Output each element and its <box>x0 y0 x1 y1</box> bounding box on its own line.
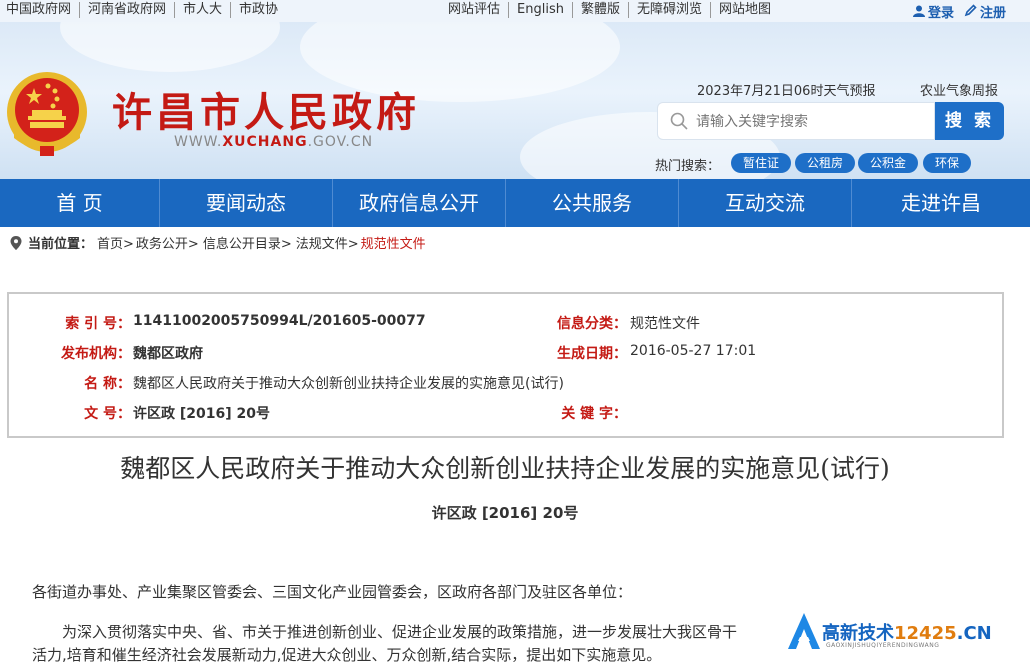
register-label: 注册 <box>979 6 1006 21</box>
site-header: 许昌市人民政府 WWW.XUCHANG.GOV.CN 2023年7月21日06时… <box>0 22 1030 179</box>
pencil-icon <box>964 4 977 17</box>
watermark-number: 12425 <box>894 623 957 644</box>
hot-tag-public-rental[interactable]: 公租房 <box>795 153 856 173</box>
national-emblem-icon[interactable] <box>4 68 90 160</box>
doc-number-value: 许区政 [2016] 20号 <box>133 406 270 422</box>
watermark-subtext: GAOXINJISHUQIYERENDINGWANG <box>826 642 940 649</box>
hot-tag-environment[interactable]: 环保 <box>923 153 972 173</box>
breadcrumb-label: 当前位置： <box>28 237 94 252</box>
breadcrumb-gov-affairs[interactable]: 政务公开> <box>136 233 199 252</box>
breadcrumb: 当前位置： 首页> 政务公开> 信息公开目录> 法规文件> 规范性文件 <box>10 233 426 252</box>
breadcrumb-regulations[interactable]: 法规文件> <box>296 233 359 252</box>
document-number: 许区政 [2016] 20号 <box>431 504 579 522</box>
breadcrumb-home[interactable]: 首页> <box>97 233 134 252</box>
login-link[interactable]: 登录 <box>912 2 954 21</box>
url-brand: XUCHANG <box>222 134 308 150</box>
search-box <box>657 102 935 140</box>
title-label: 名 称： <box>84 376 131 392</box>
link-city-congress[interactable]: 市人大 <box>175 2 232 18</box>
site-tools: 网站评估 English 繁體版 无障碍浏览 网站地图 <box>440 2 779 18</box>
agri-weather-link[interactable]: 农业气象周报 <box>920 80 998 99</box>
link-china-gov[interactable]: 中国政府网 <box>6 2 81 18</box>
weather-forecast-link[interactable]: 2023年7月21日06时天气预报 <box>697 80 875 99</box>
link-english[interactable]: English <box>509 2 573 18</box>
index-number-value: 11411002005750994L/201605-00077 <box>133 313 426 329</box>
watermark-prefix: 高新技术 <box>822 623 894 644</box>
hot-tag-housing-fund[interactable]: 公积金 <box>858 153 919 173</box>
keywords-label: 关 键 字： <box>561 406 627 422</box>
nav-public-service[interactable]: 公共服务 <box>506 179 679 227</box>
doc-number-label: 文 号： <box>84 406 131 422</box>
cloud-decoration <box>60 22 280 72</box>
login-label: 登录 <box>927 6 954 21</box>
date-label: 生成日期： <box>557 346 627 362</box>
publisher-label: 发布机构： <box>61 346 131 362</box>
url-suffix: .GOV.CN <box>307 134 374 150</box>
watermark: 高新技术12425.CN GAOXINJISHUQIYERENDINGWANG <box>786 611 1026 657</box>
url-prefix: WWW. <box>174 134 223 150</box>
document-title: 魏都区人民政府关于推动大众创新创业扶持企业发展的实施意见(试行) <box>120 454 890 483</box>
site-url: WWW.XUCHANG.GOV.CN <box>174 134 373 150</box>
site-title[interactable]: 许昌市人民政府 <box>112 80 420 138</box>
hot-tag-residence-permit[interactable]: 暂住证 <box>731 153 792 173</box>
top-utility-bar: 中国政府网 河南省政府网 市人大 市政协 网站评估 English 繁體版 无障… <box>0 0 1030 22</box>
title-value: 魏都区人民政府关于推动大众创新创业扶持企业发展的实施意见(试行) <box>133 376 564 392</box>
location-pin-icon <box>10 235 22 250</box>
body-paragraph-line-2: 活力,培育和催生经济社会发展新动力,促进大众创业、万众创新,结合实际，提出如下实… <box>32 646 662 664</box>
register-link[interactable]: 注册 <box>964 2 1006 21</box>
nav-interaction[interactable]: 互动交流 <box>679 179 852 227</box>
watermark-suffix: .CN <box>956 623 992 644</box>
category-label: 信息分类： <box>557 316 627 332</box>
nav-gov-info[interactable]: 政府信息公开 <box>333 179 506 227</box>
body-paragraph-line-1: 为深入贯彻落实中央、省、市关于推进创新创业、促进企业发展的政策措施，进一步发展壮… <box>62 623 738 641</box>
search-icon <box>670 112 688 130</box>
watermark-logo-icon <box>788 613 820 649</box>
nav-news[interactable]: 要闻动态 <box>160 179 333 227</box>
link-accessibility[interactable]: 无障碍浏览 <box>629 2 711 18</box>
external-links: 中国政府网 河南省政府网 市人大 市政协 <box>6 2 286 18</box>
category-value: 规范性文件 <box>630 316 700 332</box>
search-button[interactable]: 搜 索 <box>935 102 1004 140</box>
link-city-cppcc[interactable]: 市政协 <box>231 2 286 18</box>
auth-links: 登录 注册 <box>912 2 1006 21</box>
document-metadata: 索 引 号： 11411002005750994L/201605-00077 信… <box>7 292 1004 438</box>
link-henan-gov[interactable]: 河南省政府网 <box>80 2 176 18</box>
link-traditional-chinese[interactable]: 繁體版 <box>573 2 629 18</box>
breadcrumb-info-catalog[interactable]: 信息公开目录> <box>203 233 292 252</box>
date-value: 2016-05-27 17:01 <box>630 343 757 359</box>
publisher-value: 魏都区政府 <box>133 346 203 362</box>
main-nav: 首 页 要闻动态 政府信息公开 公共服务 互动交流 走进许昌 <box>0 179 1030 227</box>
link-site-evaluation[interactable]: 网站评估 <box>440 2 510 18</box>
breadcrumb-current[interactable]: 规范性文件 <box>361 233 426 252</box>
link-sitemap[interactable]: 网站地图 <box>711 2 779 18</box>
user-icon <box>912 5 925 17</box>
index-number-label: 索 引 号： <box>65 316 131 332</box>
addressee-paragraph: 各街道办事处、产业集聚区管委会、三国文化产业园管委会，区政府各部门及驻区各单位： <box>32 583 633 601</box>
search-input[interactable] <box>696 111 926 133</box>
nav-home[interactable]: 首 页 <box>0 179 160 227</box>
nav-about-xuchang[interactable]: 走进许昌 <box>852 179 1030 227</box>
hot-search-label: 热门搜索： <box>655 159 721 174</box>
